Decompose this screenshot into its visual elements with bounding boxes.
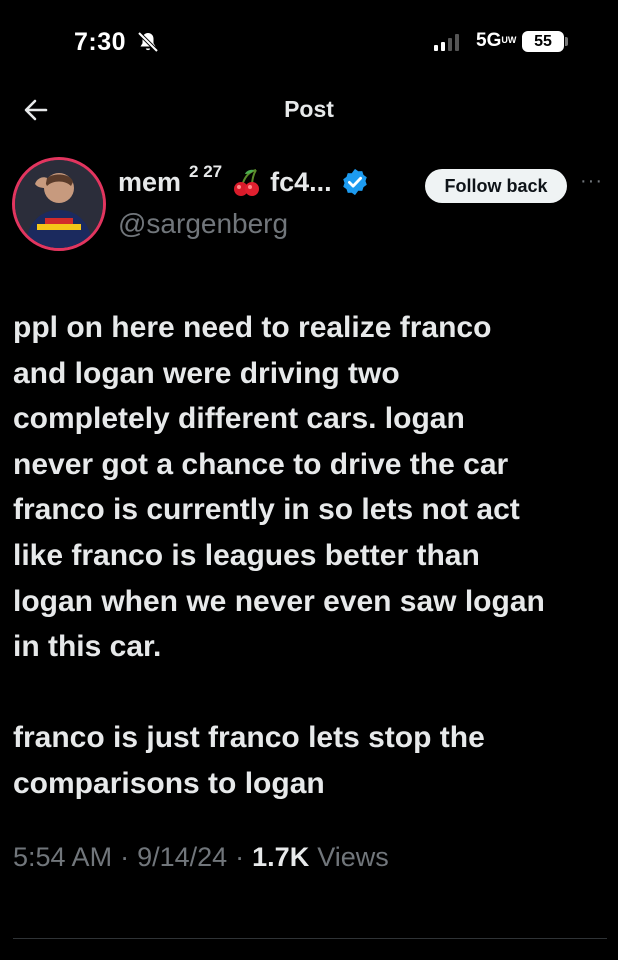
post-text: ppl on here need to realize franco and l… bbox=[13, 305, 609, 807]
post-line: comparisons to logan bbox=[13, 766, 325, 800]
avatar[interactable] bbox=[12, 157, 106, 251]
more-options-icon[interactable]: ··· bbox=[580, 170, 610, 200]
post-time[interactable]: 5:54 AM bbox=[13, 842, 112, 873]
post-line: and logan were driving two bbox=[13, 356, 400, 390]
view-count: 1.7K bbox=[252, 842, 310, 872]
post-line: franco is just franco lets stop the bbox=[13, 721, 485, 755]
post-line: like franco is leagues better than bbox=[13, 538, 480, 572]
status-time: 7:30 bbox=[74, 28, 127, 56]
separator: · bbox=[120, 842, 130, 872]
avatar-image bbox=[15, 160, 103, 248]
name-superscript: 2 27 bbox=[189, 162, 223, 181]
verified-badge-icon bbox=[342, 168, 367, 196]
bell-slash-icon bbox=[137, 31, 159, 53]
post-screen: 7:30 5GUW 55 Post mem 2 27 fc4... @sarge… bbox=[0, 0, 618, 960]
divider bbox=[13, 938, 607, 939]
signal-icon bbox=[434, 33, 459, 51]
post-line: ppl on here need to realize franco bbox=[13, 311, 492, 344]
status-bar: 7:30 5GUW 55 bbox=[0, 0, 618, 80]
separator: · bbox=[235, 842, 245, 872]
display-name-suffix: fc4... bbox=[270, 166, 332, 197]
post-date[interactable]: 9/14/24 bbox=[137, 842, 227, 873]
cherry-icon bbox=[234, 169, 260, 196]
arrow-left-icon[interactable] bbox=[20, 94, 52, 126]
post-line: in this car. bbox=[13, 630, 162, 664]
nav-bar: Post bbox=[0, 80, 618, 140]
author-name-row[interactable]: mem 2 27 fc4... bbox=[118, 162, 370, 198]
display-name: mem bbox=[118, 166, 182, 197]
post-line: completely different cars. logan bbox=[13, 402, 465, 436]
battery-icon: 55 bbox=[522, 31, 564, 52]
views-label: Views bbox=[317, 842, 389, 872]
post-meta: 5:54 AM · 9/14/24 · 1.7K Views bbox=[13, 842, 389, 873]
network-type: 5GUW bbox=[476, 30, 517, 51]
author-handle[interactable]: @sargenberg bbox=[118, 208, 288, 240]
post-line: never got a chance to drive the car bbox=[13, 447, 509, 481]
page-title: Post bbox=[284, 96, 334, 122]
battery-tip bbox=[565, 37, 568, 46]
post-line: franco is currently in so lets not act bbox=[13, 493, 520, 527]
follow-back-button[interactable]: Follow back bbox=[425, 169, 567, 203]
post-line: logan when we never even saw logan bbox=[13, 584, 545, 618]
